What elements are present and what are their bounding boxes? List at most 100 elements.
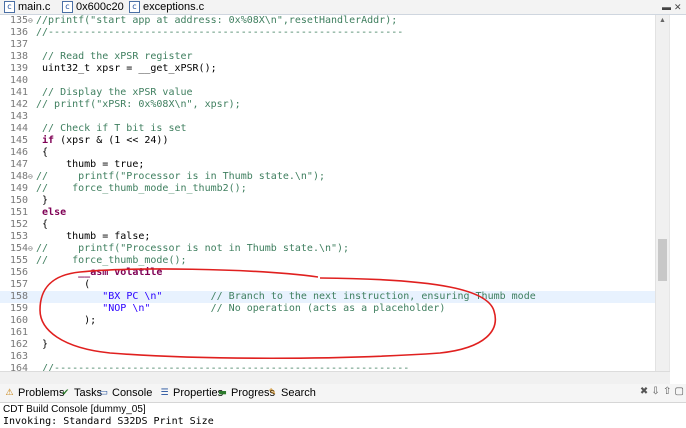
code-text: __asm volatile	[36, 267, 162, 279]
code-token: {	[36, 147, 49, 158]
code-text: // force_thumb_mode_in_thumb2();	[36, 183, 247, 195]
code-token: // Check if T bit is set	[36, 123, 187, 134]
line-number: 143	[9, 111, 28, 122]
tab-label: 0x600c20	[76, 1, 124, 13]
line-number: 162	[9, 339, 28, 350]
scroll-lock-icon[interactable]: ⇩	[651, 386, 659, 397]
code-line[interactable]: 155 // force_thumb_mode();	[0, 255, 655, 267]
code-line[interactable]: 143	[0, 111, 655, 123]
code-line[interactable]: 162 }	[0, 339, 655, 351]
search-icon: ✎	[268, 387, 277, 398]
code-token: //printf("start app at address: 0x%08X\n…	[36, 15, 398, 26]
tab-label: exceptions.c	[143, 1, 205, 13]
code-text: // printf("xPSR: 0x%08X\n", xpsr);	[36, 99, 241, 111]
code-token: // Branch to the next instruction, ensur…	[210, 291, 536, 302]
code-line[interactable]: 136 //-----------------------------------…	[0, 27, 655, 39]
tab-problems[interactable]: ⚠ Problems	[4, 385, 64, 401]
code-text: uint32_t xpsr = __get_xPSR();	[36, 63, 217, 75]
line-number: 151	[9, 207, 28, 218]
code-text: thumb = false;	[36, 231, 150, 243]
code-line[interactable]: 146 {	[0, 147, 655, 159]
line-number: 164	[9, 363, 28, 371]
code-editor[interactable]: 135 ⊖//printf("start app at address: 0x%0…	[0, 15, 686, 371]
code-line[interactable]: 145 if (xpsr & (1 << 24))	[0, 135, 655, 147]
code-token: //--------------------------------------…	[36, 27, 404, 38]
code-line[interactable]: 153 thumb = false;	[0, 231, 655, 243]
code-line[interactable]: 158 "BX PC \n" // Branch to the next ins…	[0, 291, 655, 303]
tab-properties[interactable]: ☰ Properties	[159, 385, 223, 401]
code-line[interactable]: 140	[0, 75, 655, 87]
code-line[interactable]: 157 (	[0, 279, 655, 291]
code-token: }	[36, 339, 49, 350]
code-line[interactable]: 163	[0, 351, 655, 363]
close-icon[interactable]: ✕	[674, 2, 682, 13]
code-line[interactable]: 144 // Check if T bit is set	[0, 123, 655, 135]
tab-search[interactable]: ✎ Search	[267, 385, 316, 401]
console-title: CDT Build Console [dummy_05]	[3, 404, 146, 415]
line-number: 163	[9, 351, 28, 362]
code-token: // printf("Processor is in Thumb state.\…	[36, 171, 325, 182]
line-number: 153	[9, 231, 28, 242]
code-line[interactable]: 135 ⊖//printf("start app at address: 0x%0…	[0, 15, 655, 27]
c-file-icon: c	[62, 1, 73, 13]
code-line[interactable]: 150 }	[0, 195, 655, 207]
overview-ruler[interactable]	[669, 15, 686, 371]
console-output: Invoking: Standard S32DS Print Size	[3, 416, 214, 427]
code-line[interactable]: 138 // Read the xPSR register	[0, 51, 655, 63]
line-number: 157	[9, 279, 28, 290]
code-line[interactable]: 149 // force_thumb_mode_in_thumb2();	[0, 183, 655, 195]
properties-icon: ☰	[160, 387, 169, 398]
code-token: // printf("xPSR: 0x%08X\n", xpsr);	[36, 99, 241, 110]
tab-main-c[interactable]: c main.c	[4, 0, 50, 14]
code-text: if (xpsr & (1 << 24))	[36, 135, 168, 147]
code-text: //printf("start app at address: 0x%08X\n…	[36, 15, 397, 27]
code-line[interactable]: 137	[0, 39, 655, 51]
code-text: else	[36, 207, 66, 219]
code-line[interactable]: 141 // Display the xPSR value	[0, 87, 655, 99]
code-line[interactable]: 148 ⊖// printf("Processor is in Thumb sta…	[0, 171, 655, 183]
tab-label: Problems	[18, 387, 65, 399]
code-line[interactable]: 164 //----------------------------------…	[0, 363, 655, 371]
code-text: //--------------------------------------…	[36, 363, 409, 371]
code-line[interactable]: 161	[0, 327, 655, 339]
code-line[interactable]: 159 "NOP \n" // No operation (acts as a …	[0, 303, 655, 315]
line-number: 160	[9, 315, 28, 326]
tab-tasks[interactable]: ✔ Tasks	[60, 385, 102, 401]
editor-tab-bar: c main.c c 0x600c20 c exceptions.c ▬ ✕	[0, 0, 686, 15]
tab-console[interactable]: ▭ Console	[98, 385, 152, 401]
minimize-icon[interactable]: ▬	[662, 2, 671, 12]
vertical-scrollbar[interactable]: ▲	[655, 15, 669, 371]
pin-icon[interactable]: ⇧	[663, 386, 671, 397]
code-line[interactable]: 152 {	[0, 219, 655, 231]
code-line[interactable]: 156 __asm volatile	[0, 267, 655, 279]
fold-icon[interactable]: ⊖	[28, 171, 36, 183]
code-line[interactable]: 151 else	[0, 207, 655, 219]
code-line[interactable]: 142 // printf("xPSR: 0x%08X\n", xpsr);	[0, 99, 655, 111]
code-text: // printf("Processor is not in Thumb sta…	[36, 243, 349, 255]
line-number: 149	[9, 183, 28, 194]
code-text: thumb = true;	[36, 159, 144, 171]
scroll-up-icon[interactable]: ▲	[658, 17, 667, 24]
code-line[interactable]: 154 ⊖// printf("Processor is not in Thumb…	[0, 243, 655, 255]
clear-console-icon[interactable]: ✖	[640, 386, 648, 397]
code-line[interactable]: 139 uint32_t xpsr = __get_xPSR();	[0, 63, 655, 75]
scrollbar-thumb[interactable]	[658, 239, 667, 281]
code-line[interactable]: 160 );	[0, 315, 655, 327]
line-number: 156	[9, 267, 28, 278]
code-text: "BX PC \n" // Branch to the next instruc…	[36, 291, 536, 303]
horizontal-scrollbar[interactable]	[0, 371, 670, 384]
line-number: 142	[9, 99, 28, 110]
code-token: // Display the xPSR value	[36, 87, 193, 98]
fold-icon[interactable]: ⊖	[28, 15, 36, 27]
display-console-icon[interactable]: ▢	[675, 386, 684, 397]
code-token: (	[36, 279, 91, 290]
line-number: 155	[9, 255, 28, 266]
line-number: 150	[9, 195, 28, 206]
tab-exceptions-c[interactable]: c exceptions.c	[129, 0, 204, 14]
code-line[interactable]: 147 thumb = true;	[0, 159, 655, 171]
tab-0x600c20[interactable]: c 0x600c20	[62, 0, 124, 14]
fold-icon[interactable]: ⊖	[28, 243, 36, 255]
